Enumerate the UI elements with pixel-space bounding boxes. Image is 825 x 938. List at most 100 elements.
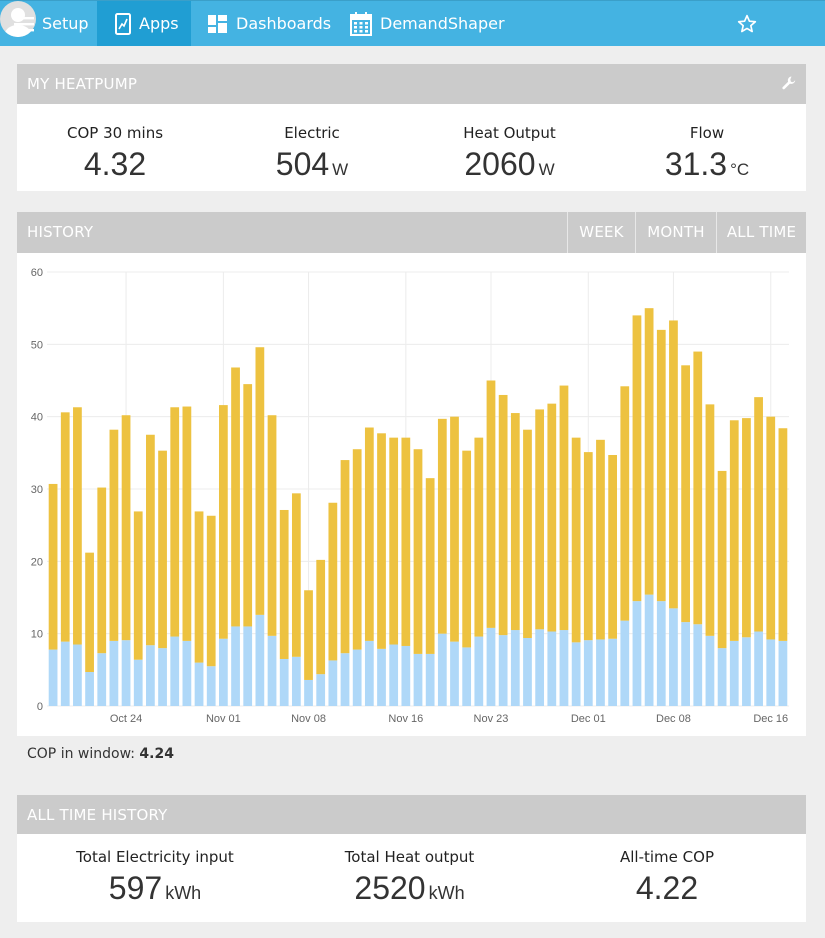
- bar-electric: [754, 631, 763, 706]
- bar-electric: [571, 642, 581, 706]
- history-chart-panel: 0 10 20 30 40 50 60 Oct 24 Nov 01 Nov 08 Nov 16 Nov…: [17, 253, 806, 736]
- bar-electric: [413, 653, 423, 706]
- stat-value: 4.32: [65, 146, 165, 183]
- bar-electric: [206, 666, 216, 706]
- bar-electric: [109, 640, 119, 706]
- bar-heat: [656, 329, 666, 602]
- bar-heat: [48, 483, 58, 650]
- stat-number: 4.32: [83, 146, 147, 182]
- x-tick-label: Oct 24: [110, 713, 142, 725]
- bar-electric: [450, 641, 459, 706]
- bar-electric: [255, 614, 265, 706]
- bar-heat: [559, 385, 569, 631]
- stat-cop: COP 30 mins 4.32: [65, 124, 165, 183]
- bar-electric: [644, 594, 654, 706]
- nav-demandshaper[interactable]: DemandShaper: [350, 1, 505, 46]
- bar-heat: [717, 470, 727, 649]
- x-tick-label: Nov 16: [388, 713, 423, 725]
- x-tick-label: Dec 16: [753, 713, 788, 725]
- bar-heat: [170, 407, 180, 637]
- bar-electric: [146, 645, 155, 706]
- stat-unit: W: [538, 160, 555, 179]
- stat-number: 2060: [464, 146, 536, 182]
- top-navbar: Setup Apps Dashboards DemandShaper: [0, 0, 825, 46]
- x-tick-label: Nov 01: [206, 713, 241, 725]
- bar-heat: [547, 403, 557, 632]
- x-tick-label: Nov 23: [474, 713, 509, 725]
- bar-heat: [364, 427, 374, 641]
- month-button[interactable]: MONTH: [635, 212, 716, 253]
- config-button[interactable]: [782, 76, 796, 94]
- bar-electric: [121, 640, 131, 706]
- heatpump-title: MY HEATPUMP: [27, 75, 138, 93]
- dashboard-icon: [208, 14, 227, 33]
- bar-heat: [182, 406, 192, 641]
- stat-value: 31.3 °C: [649, 146, 765, 183]
- bar-electric: [474, 636, 484, 706]
- bar-electric: [596, 639, 605, 706]
- bar-electric: [364, 640, 374, 706]
- bar-electric: [60, 641, 70, 706]
- bar-heat: [742, 418, 751, 638]
- bar-heat: [766, 416, 776, 640]
- stat-number: 2520: [354, 870, 426, 906]
- stat-label: Flow: [689, 124, 725, 142]
- bar-heat: [158, 450, 167, 649]
- bar-electric: [766, 639, 776, 706]
- y-tick-label: 0: [37, 701, 43, 713]
- stat-value: 504 W: [257, 146, 367, 183]
- bar-electric: [729, 640, 739, 706]
- all-time-title: ALL TIME HISTORY: [27, 806, 168, 824]
- week-button[interactable]: WEEK: [567, 212, 635, 253]
- bar-heat: [437, 418, 447, 634]
- stat-unit: kWh: [165, 883, 202, 903]
- bar-electric: [182, 640, 192, 706]
- bar-electric: [705, 635, 715, 706]
- bar-electric: [620, 620, 630, 706]
- stat-label: Heat Output: [463, 124, 556, 142]
- bar-electric: [656, 601, 666, 706]
- bar-heat: [608, 455, 618, 639]
- bar-electric: [693, 624, 703, 706]
- bar-heat: [754, 397, 763, 632]
- bar-electric: [498, 635, 508, 706]
- favourite-star-button[interactable]: [737, 1, 757, 46]
- nav-setup-label: Setup: [42, 14, 89, 33]
- history-chart[interactable]: 0 10 20 30 40 50 60 Oct 24 Nov 01 Nov 08 Nov 16 Nov…: [17, 253, 806, 736]
- bar-heat: [681, 365, 690, 623]
- all-time-button[interactable]: ALL TIME: [716, 212, 806, 253]
- bar-electric: [583, 640, 593, 706]
- y-tick-label: 10: [31, 629, 43, 641]
- stat-label: Total Heat output: [344, 848, 475, 866]
- bar-heat: [413, 449, 423, 654]
- bar-heat: [462, 450, 472, 648]
- bar-electric: [547, 631, 557, 706]
- nav-apps[interactable]: Apps: [97, 1, 191, 46]
- bar-heat: [133, 511, 143, 660]
- nav-setup[interactable]: Setup: [14, 1, 89, 46]
- bar-electric: [328, 660, 338, 706]
- bar-heat: [97, 487, 107, 654]
- bar-heat: [425, 478, 435, 654]
- bar-heat: [778, 428, 788, 641]
- cop-window-value: 4.24: [139, 746, 174, 762]
- stat-value: 2060 W: [447, 146, 572, 183]
- bar-heat: [523, 429, 532, 639]
- stat-label: COP 30 mins: [66, 124, 164, 142]
- stat-label: All-time COP: [620, 848, 714, 866]
- bar-electric: [669, 608, 678, 706]
- bar-heat: [352, 449, 362, 650]
- bar-heat: [486, 380, 496, 628]
- bar-heat: [279, 509, 289, 659]
- bar-electric: [352, 649, 362, 706]
- stat-total-electricity: Total Electricity input 597 kWh: [65, 848, 245, 907]
- bar-electric: [425, 653, 435, 706]
- bar-electric: [559, 630, 569, 706]
- bar-heat: [291, 493, 301, 657]
- bar-heat: [267, 415, 277, 636]
- heatpump-panel-body: COP 30 mins 4.32 Electric 504 W Heat Outp…: [17, 104, 806, 191]
- bar-heat: [304, 590, 313, 680]
- y-tick-label: 30: [31, 484, 43, 496]
- nav-dashboards[interactable]: Dashboards: [208, 1, 331, 46]
- nav-dashboards-label: Dashboards: [236, 14, 332, 33]
